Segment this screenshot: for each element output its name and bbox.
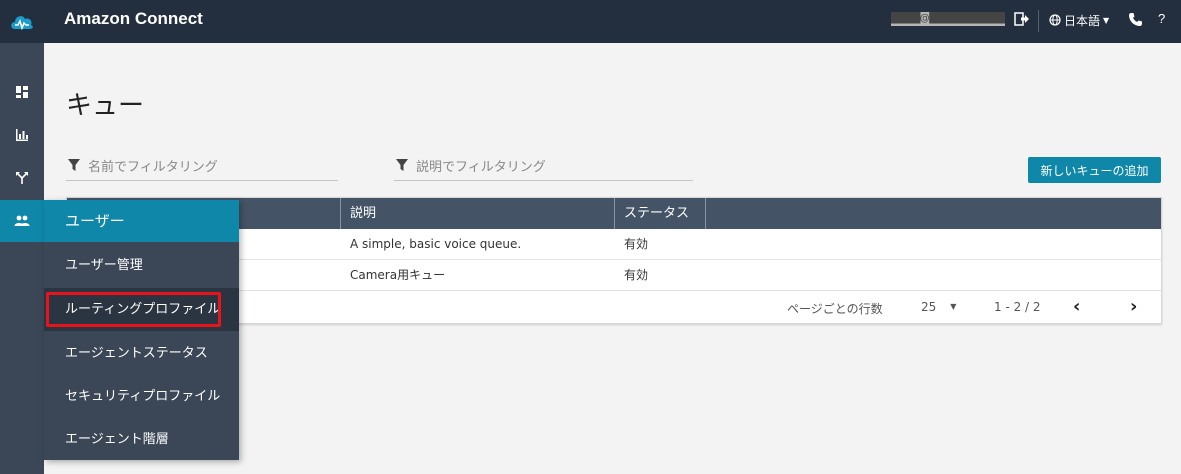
left-nav-rail [0, 43, 44, 474]
bar-chart-icon [16, 129, 28, 141]
add-queue-button[interactable]: 新しいキューの追加 [1028, 157, 1161, 183]
previous-page-icon[interactable]: ‹ [1073, 296, 1080, 317]
column-header-status[interactable]: ステータス [615, 198, 706, 229]
menu-item-user-management[interactable]: ユーザー管理 [44, 244, 239, 287]
metrics-nav[interactable] [0, 114, 44, 156]
queue-description-cell: Camera用キュー [350, 268, 446, 282]
language-label: 日本語 [1064, 13, 1101, 28]
highlight-annotation-box [46, 292, 221, 327]
rows-per-page-select[interactable]: 25 ▼ [921, 300, 956, 314]
menu-item-agent-hierarchy[interactable]: エージェント階層 [44, 418, 239, 461]
filter-icon [68, 159, 80, 171]
users-flyout-menu: ユーザー ユーザー管理 ルーティングプロファイル エージェントステータス セキュ… [44, 200, 239, 460]
next-page-icon[interactable]: › [1130, 296, 1137, 317]
language-selector[interactable]: 日本語 ▼ [1049, 11, 1109, 29]
dashboard-icon [16, 86, 28, 98]
top-bar: Amazon Connect ████@████████████ 日本語 ▼ ? [0, 0, 1181, 43]
menu-item-agent-status[interactable]: エージェントステータス [44, 332, 239, 375]
page-title: キュー [66, 91, 145, 121]
filter-icon [396, 159, 408, 171]
phone-icon[interactable] [1128, 12, 1143, 27]
rows-per-page-label: ページごとの行数 [787, 302, 883, 316]
users-nav[interactable] [0, 200, 44, 242]
user-email: ████@████████████ [891, 12, 1005, 26]
globe-icon [1049, 14, 1061, 26]
page-range: 1 - 2 / 2 [994, 300, 1041, 314]
dashboard-nav[interactable] [0, 71, 44, 113]
column-header-description[interactable]: 説明 [341, 198, 615, 229]
rows-per-page-value: 25 [921, 300, 937, 314]
users-icon [14, 215, 30, 226]
description-filter-placeholder: 説明でフィルタリング [416, 159, 546, 175]
queue-status-cell: 有効 [624, 268, 649, 282]
app-title: Amazon Connect [64, 9, 203, 28]
menu-item-security-profiles[interactable]: セキュリティプロファイル [44, 375, 239, 418]
name-filter-input[interactable]: 名前でフィルタリング [66, 150, 338, 181]
description-filter-input[interactable]: 説明でフィルタリング [394, 150, 693, 181]
routing-icon [16, 172, 28, 184]
header-divider [1038, 10, 1039, 32]
flyout-header: ユーザー [44, 200, 239, 242]
queue-description-cell: A simple, basic voice queue. [350, 237, 522, 251]
amazon-connect-logo-icon[interactable] [0, 0, 44, 43]
routing-nav[interactable] [0, 157, 44, 199]
queue-status-cell: 有効 [624, 237, 649, 251]
chevron-down-icon: ▼ [1103, 15, 1110, 25]
name-filter-placeholder: 名前でフィルタリング [88, 159, 218, 175]
chevron-down-icon: ▼ [950, 302, 957, 311]
logout-icon[interactable] [1014, 11, 1030, 27]
help-icon[interactable]: ? [1158, 11, 1165, 26]
